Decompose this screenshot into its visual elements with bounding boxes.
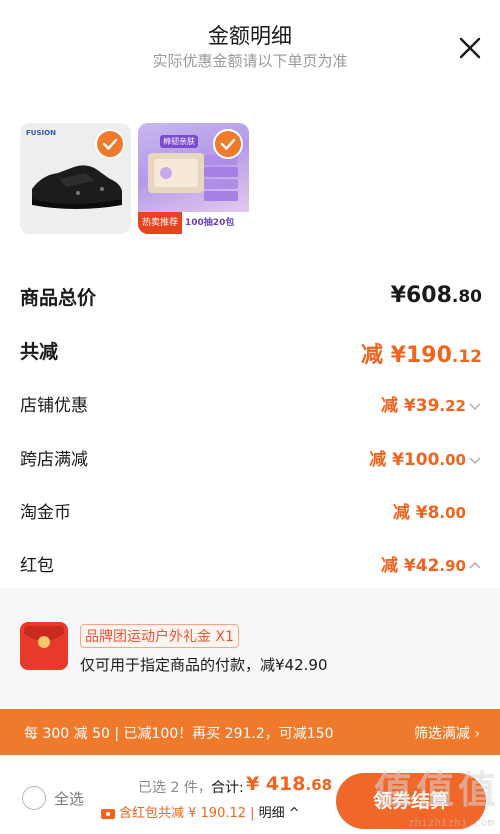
- sum-value: ¥ 418.68: [246, 773, 332, 795]
- close-icon: [459, 37, 481, 59]
- sum-main: ¥ 418: [246, 773, 306, 795]
- total-price-value: ¥608.80: [391, 283, 482, 308]
- discount-row-cross-shop[interactable]: 跨店满减 减 ¥100.00: [20, 445, 482, 471]
- checked-badge[interactable]: [95, 129, 125, 159]
- discount-main: 减 ¥42: [381, 556, 440, 576]
- watermark-glyph: 值: [416, 768, 455, 812]
- discount-main: 减 ¥8: [392, 503, 440, 523]
- coupon-desc: 仅可用于指定商品的付款，减¥42.90: [80, 656, 328, 674]
- discount-label: 淘金币: [20, 503, 71, 523]
- checkout-bar: 全选 已选 2 件， 合计: ¥ 418.68 含红包共减 ¥ 190.12 |…: [0, 755, 500, 834]
- deal-bar: 每 300 减 50 | 已减100！再买 291.2，可减150 筛选满减 ›: [0, 709, 500, 755]
- checked-badge[interactable]: [213, 129, 243, 159]
- deal-text: 每 300 减 50 | 已减100！再买 291.2，可减150: [24, 726, 334, 742]
- red-packet-icon: [20, 622, 68, 670]
- detail-link[interactable]: 明细 ^: [259, 806, 300, 821]
- chevron-down-icon: [469, 457, 481, 465]
- discount-cents: .22: [439, 397, 466, 415]
- total-price-cents: .80: [451, 287, 482, 307]
- discount-value: 减 ¥42.90: [381, 551, 482, 576]
- total-price-label: 商品总价: [20, 287, 97, 309]
- discount-label: 店铺优惠: [20, 396, 88, 416]
- redpacket-detail-panel: 品牌团运动户外礼金 X1 仅可用于指定商品的付款，减¥42.90: [0, 588, 500, 706]
- coupon-title: 品牌团运动户外礼金 X1: [80, 624, 239, 648]
- total-reduce-main: 减 ¥190: [360, 343, 452, 368]
- total-reduce-value: 减 ¥190.12: [361, 337, 482, 369]
- watermark: 值 值 值 zhizhizhi.com: [364, 755, 500, 833]
- close-button[interactable]: [456, 34, 484, 62]
- total-reduce-cents: .12: [451, 347, 482, 367]
- discount-row-shop[interactable]: 店铺优惠 减 ¥39.22: [20, 391, 482, 417]
- modal-title: 金额明细: [208, 24, 292, 48]
- discount-label: 红包: [20, 556, 54, 576]
- total-reduce-label: 共减: [20, 341, 59, 363]
- checkmark-icon: [220, 138, 236, 150]
- watermark-text: zhizhizhi.com: [407, 816, 494, 829]
- discount-cents: .00: [439, 504, 466, 522]
- watermark-glyph: 值: [458, 768, 497, 812]
- filter-deals-link[interactable]: 筛选满减 ›: [414, 723, 480, 743]
- discount-cents: .90: [439, 557, 466, 575]
- total-reduce-row: 共减 减 ¥190.12: [20, 337, 482, 369]
- total-price-row: 商品总价 ¥608.80: [20, 283, 482, 313]
- product-thumb-tissue[interactable]: 棉韧亲肤 热卖推荐 100抽20包: [138, 123, 249, 234]
- sum-label: 合计:: [211, 780, 244, 796]
- chevron-up-icon: [469, 561, 481, 569]
- promo-bar: 热卖推荐 100抽20包: [138, 212, 249, 234]
- modal-subtitle: 实际优惠金额请以下单页为准: [152, 52, 348, 70]
- discount-main: 减 ¥100: [369, 450, 440, 470]
- watermark-glyph: 值: [374, 768, 413, 812]
- redpacket-summary[interactable]: 含红包共减 ¥ 190.12 | 明细 ^: [100, 802, 300, 821]
- discount-row-redpacket[interactable]: 红包 减 ¥42.90: [20, 551, 482, 577]
- red-packet-graphic: [24, 626, 64, 648]
- selected-count: 已选 2 件，: [138, 780, 212, 796]
- select-all-label[interactable]: 全选: [54, 788, 84, 809]
- discount-value: 减 ¥39.22: [381, 391, 482, 416]
- discount-value: 减 ¥100.00: [369, 445, 482, 470]
- product-thumb-shoe[interactable]: FUSION: [20, 123, 131, 234]
- discount-value: 减 ¥8.00: [393, 498, 466, 523]
- checkmark-icon: [102, 138, 118, 150]
- discount-main: 减 ¥39: [381, 396, 440, 416]
- promo-spec: 100抽20包: [185, 218, 235, 228]
- discount-label: 跨店满减: [20, 450, 88, 470]
- total-price-main: ¥608: [390, 283, 452, 308]
- chevron-down-icon: [469, 403, 481, 411]
- coupon-ticket-icon: [101, 808, 115, 819]
- promo-hot-tag: 热卖推荐: [138, 212, 183, 234]
- discount-row-coins: 淘金币 减 ¥8.00: [20, 498, 482, 524]
- discount-cents: .00: [439, 451, 466, 469]
- sum-cents: .68: [305, 776, 333, 794]
- redpacket-summary-text: 含红包共减 ¥ 190.12 |: [119, 806, 259, 821]
- modal-header: 金额明细 实际优惠金额请以下单页为准: [0, 0, 500, 110]
- select-all-radio[interactable]: [22, 786, 46, 810]
